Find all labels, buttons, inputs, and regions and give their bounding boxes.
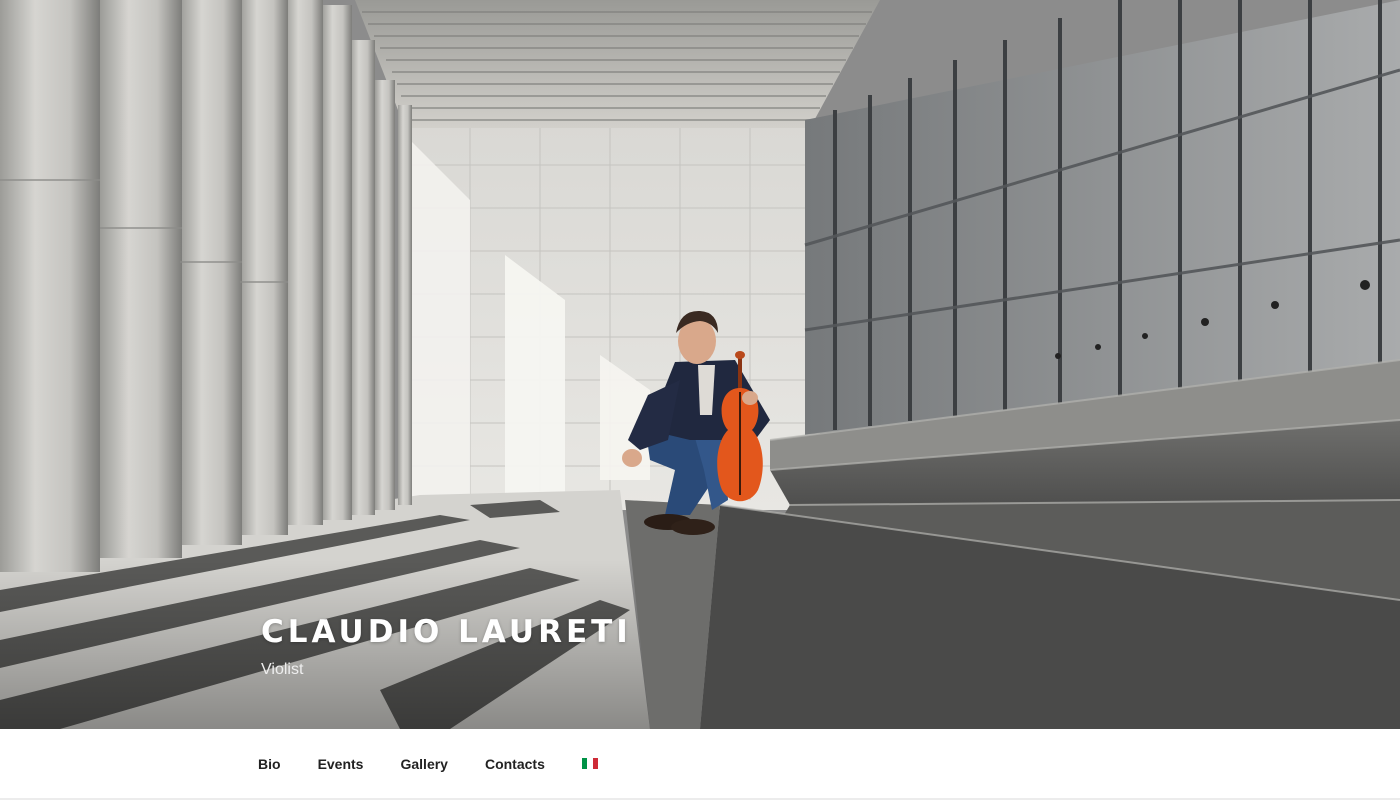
nav-menu: Bio Events Gallery Contacts <box>258 729 598 800</box>
nav-item-gallery[interactable]: Gallery <box>400 756 447 772</box>
hero-section: CLAUDIO LAURETI Violist <box>0 0 1400 729</box>
flag-stripe-red <box>592 757 598 769</box>
nav-item-bio[interactable]: Bio <box>258 756 281 772</box>
main-navigation: Bio Events Gallery Contacts <box>0 729 1400 800</box>
hero-photo <box>0 0 1400 729</box>
artist-name-title: CLAUDIO LAURETI <box>261 614 632 650</box>
italy-flag-icon[interactable] <box>581 757 598 769</box>
nav-item-events[interactable]: Events <box>318 756 364 772</box>
artist-role-subtitle: Violist <box>261 661 304 678</box>
page: CLAUDIO LAURETI Violist Bio Events Galle… <box>0 0 1400 800</box>
nav-item-contacts[interactable]: Contacts <box>485 756 545 772</box>
